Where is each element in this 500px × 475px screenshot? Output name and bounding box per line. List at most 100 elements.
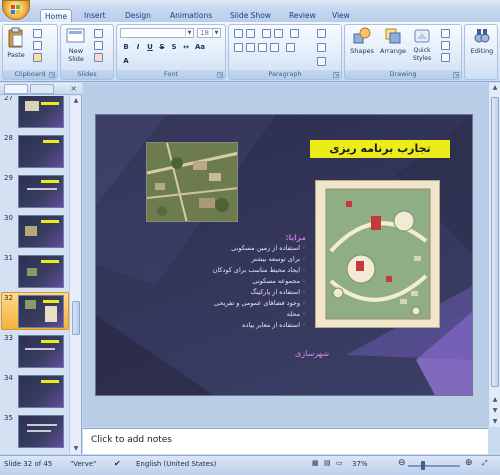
delete-slide-icon[interactable] — [94, 53, 103, 62]
tab-slides[interactable] — [4, 84, 28, 94]
tab-view[interactable]: View — [328, 9, 354, 22]
slides-pane: × 27 28 29 30 31 32 33 34 35 ▲ ▼ — [0, 83, 82, 454]
editing-button[interactable]: Editing — [467, 27, 497, 67]
tab-design[interactable]: Design — [121, 9, 155, 22]
zoom-level[interactable]: 37% — [352, 460, 368, 468]
copy-icon[interactable] — [33, 41, 42, 50]
paragraph-launcher-icon[interactable]: ↘ — [333, 72, 339, 78]
arrange-button[interactable]: Arrange — [378, 27, 408, 67]
office-logo-icon — [11, 5, 21, 15]
slide-preview — [18, 295, 64, 328]
scroll-down-icon[interactable]: ▼ — [71, 444, 81, 454]
scrollbar-thumb[interactable] — [72, 301, 80, 335]
close-icon[interactable]: × — [70, 84, 77, 94]
next-slide-icon[interactable]: ▼ — [490, 406, 500, 416]
tab-review[interactable]: Review — [285, 9, 320, 22]
slide-show-icon[interactable]: ▭ — [336, 459, 343, 467]
tab-insert[interactable]: Insert — [80, 9, 110, 22]
aerial-photo-image — [147, 143, 237, 221]
shape-outline-icon[interactable] — [441, 41, 450, 50]
scroll-up-icon[interactable]: ▲ — [490, 83, 500, 93]
font-name-select[interactable]: ▼ — [120, 28, 194, 38]
increase-indent-icon[interactable] — [274, 29, 283, 38]
fit-slide-icon[interactable]: ⤢ — [482, 459, 488, 468]
scroll-up-icon[interactable]: ▲ — [71, 96, 81, 106]
tab-outline[interactable] — [30, 84, 54, 94]
change-case-icon[interactable]: Aa — [195, 42, 205, 52]
notes-pane[interactable]: Click to add notes — [83, 428, 488, 454]
normal-view-icon[interactable]: ▦ — [312, 459, 319, 467]
font-color-icon[interactable]: A — [121, 56, 131, 66]
editor-scrollbar[interactable]: ▲ ▲ ▼ ▼ — [488, 83, 500, 427]
align-text-icon[interactable] — [317, 43, 326, 52]
text-direction-icon[interactable] — [317, 29, 326, 38]
slides-pane-scrollbar[interactable]: ▲ ▼ — [69, 96, 81, 454]
slide-preview — [18, 175, 64, 208]
drawing-launcher-icon[interactable]: ↘ — [453, 72, 459, 78]
shape-fill-icon[interactable] — [441, 29, 450, 38]
language-indicator[interactable]: English (United States) — [136, 460, 216, 468]
shadow-icon[interactable]: S — [169, 42, 179, 52]
clipboard-launcher-icon[interactable]: ↘ — [49, 72, 55, 78]
cut-icon[interactable] — [33, 29, 42, 38]
align-left-icon[interactable] — [234, 43, 243, 52]
shape-effects-icon[interactable] — [441, 53, 450, 62]
font-launcher-icon[interactable]: ↘ — [217, 72, 223, 78]
ribbon: Paste Clipboard ↘ New Slide Slides ▼ 18 … — [0, 22, 500, 82]
columns-icon[interactable] — [286, 43, 295, 52]
tab-animations[interactable]: Animations — [166, 9, 216, 22]
tab-slide-show[interactable]: Slide Show — [226, 9, 275, 22]
slide-thumbnail[interactable]: 31 — [0, 252, 70, 290]
reset-icon[interactable] — [94, 41, 103, 50]
numbering-icon[interactable] — [246, 29, 255, 38]
decrease-indent-icon[interactable] — [262, 29, 271, 38]
zoom-slider[interactable] — [408, 465, 460, 467]
slide-title[interactable]: تجارب برنامه ریزی — [310, 140, 450, 158]
bullets-icon[interactable] — [234, 29, 243, 38]
shapes-button[interactable]: Shapes — [348, 27, 376, 67]
scroll-down-icon[interactable]: ▼ — [490, 417, 500, 427]
slide-caption[interactable]: شهرسازی — [295, 348, 415, 360]
tab-home[interactable]: Home — [40, 9, 73, 22]
new-slide-button[interactable]: New Slide — [64, 27, 88, 67]
bullet-item: محله — [186, 309, 306, 320]
zoom-slider-thumb[interactable] — [421, 461, 425, 470]
align-right-icon[interactable] — [258, 43, 267, 52]
quick-styles-button[interactable]: Quick Styles — [409, 27, 435, 67]
smartart-icon[interactable] — [317, 57, 326, 66]
slide-sorter-icon[interactable]: ▤ — [324, 459, 331, 467]
slide-thumbnail[interactable]: 33 — [0, 332, 70, 370]
zoom-out-icon[interactable]: ⊖ — [398, 458, 406, 468]
bold-icon[interactable]: B — [121, 42, 131, 52]
scrollbar-thumb[interactable] — [491, 97, 499, 387]
site-plan-image — [316, 181, 439, 327]
bullet-list[interactable]: مزایا: استفاده از زمین مسکونی برای توسعه… — [186, 232, 306, 342]
strikethrough-icon[interactable]: S — [157, 42, 167, 52]
slide-thumbnail[interactable]: 34 — [0, 372, 70, 410]
previous-slide-icon[interactable]: ▲ — [490, 395, 500, 405]
justify-icon[interactable] — [270, 43, 279, 52]
editing-label: Editing — [470, 47, 494, 55]
italic-icon[interactable]: I — [133, 42, 143, 52]
spacing-icon[interactable]: ↔ — [181, 42, 191, 52]
underline-icon[interactable]: U — [145, 42, 155, 52]
align-center-icon[interactable] — [246, 43, 255, 52]
format-painter-icon[interactable] — [33, 53, 42, 62]
slide-thumbnail-active[interactable]: 32 — [0, 292, 70, 330]
zoom-in-icon[interactable]: ⊕ — [465, 458, 473, 468]
slide-number: 28 — [4, 134, 13, 142]
site-plan-map — [315, 180, 440, 328]
line-spacing-icon[interactable] — [290, 29, 299, 38]
slide-thumbnail[interactable]: 27 — [0, 96, 70, 130]
paste-button[interactable]: Paste — [6, 27, 26, 67]
font-size-select[interactable]: 18 ▼ — [197, 28, 221, 38]
clipboard-group: Paste Clipboard ↘ — [2, 24, 58, 80]
slide-thumbnail[interactable]: 29 — [0, 172, 70, 210]
current-slide[interactable]: تجارب برنامه ریزی مزایا: ◦ استفاده از زم… — [95, 114, 473, 396]
drawing-group-label: Drawing — [345, 70, 461, 79]
layout-icon[interactable] — [94, 29, 103, 38]
slide-thumbnail[interactable]: 35 — [0, 412, 70, 450]
slide-thumbnail[interactable]: 28 — [0, 132, 70, 170]
spell-check-icon[interactable]: ✔ — [114, 459, 121, 468]
slide-thumbnail[interactable]: 30 — [0, 212, 70, 250]
